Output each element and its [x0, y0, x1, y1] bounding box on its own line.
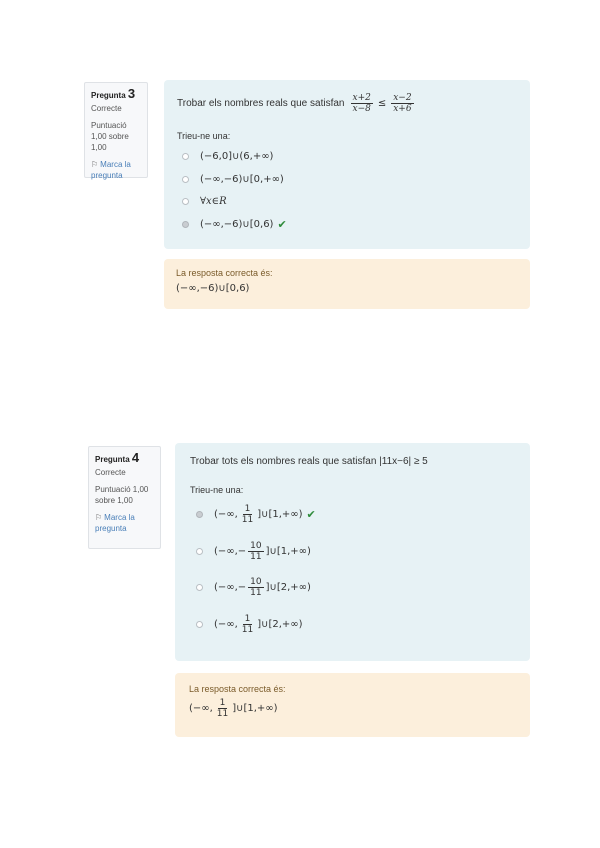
- q4-info-box: Pregunta 4 Correcte Puntuació 1,00 sobre…: [88, 446, 161, 549]
- radio-button[interactable]: [182, 198, 189, 205]
- q4-option-3[interactable]: (−∞,− 10 11 ]∪[2,+∞): [196, 577, 311, 598]
- q3-info-box: Pregunta 3 Correcte Puntuació 1,00 sobre…: [84, 82, 148, 181]
- q4-feedback-frac: 1 11: [216, 698, 229, 719]
- q3-flag-link[interactable]: ⚐ Marca la pregunta: [91, 159, 141, 181]
- radio-button[interactable]: [196, 621, 203, 628]
- q4-feedback-label: La resposta correcta és:: [189, 684, 286, 694]
- radio-button[interactable]: [182, 153, 189, 160]
- q4-feedback-answer: (−∞, 1 11 ]∪[1,+∞): [189, 698, 278, 719]
- q3-frac-left: x+2 x−8: [350, 92, 373, 114]
- q4-option-2-frac: 10 11: [248, 541, 264, 562]
- q3-state: Correcte: [91, 104, 122, 113]
- q3-option-4[interactable]: (−∞,−6)∪[0,6) ✔: [182, 218, 287, 231]
- q4-grade: Puntuació 1,00 sobre 1,00: [95, 485, 149, 505]
- q4-option-4[interactable]: (−∞, 1 11 ]∪[2,+∞): [196, 614, 303, 635]
- q4-flag-link[interactable]: ⚐ Marca la pregunta: [95, 512, 154, 534]
- q4-prompt: Trieu-ne una:: [190, 485, 244, 495]
- flag-icon: ⚐: [95, 513, 103, 522]
- q3-question-text: Trobar els nombres reals que satisfan x+…: [177, 92, 414, 114]
- q4-option-1[interactable]: (−∞, 1 11 ]∪[1,+∞) ✔: [196, 504, 316, 525]
- radio-button-selected[interactable]: [196, 511, 203, 518]
- radio-button[interactable]: [196, 548, 203, 555]
- q3-feedback-answer: (−∞,−6)∪[0,6): [176, 283, 250, 294]
- q4-option-3-frac: 10 11: [248, 577, 264, 598]
- check-icon: ✔: [277, 218, 287, 231]
- q3-option-2[interactable]: (−∞,−6)∪[0,+∞): [182, 174, 284, 185]
- q4-title: Pregunta 4: [95, 450, 140, 465]
- q4-option-2[interactable]: (−∞,− 10 11 ]∪[1,+∞): [196, 541, 311, 562]
- q3-title: Pregunta 3: [91, 86, 136, 101]
- radio-button-selected[interactable]: [182, 221, 189, 228]
- q3-option-3[interactable]: ∀x∈R: [182, 196, 227, 207]
- q4-option-4-frac: 1 11: [241, 614, 254, 635]
- q4-state: Correcte: [95, 468, 126, 477]
- q4-question-text: Trobar tots els nombres reals que satisf…: [190, 455, 428, 467]
- q3-feedback-label: La resposta correcta és:: [176, 268, 273, 278]
- q3-grade: Puntuació 1,00 sobre 1,00: [91, 121, 129, 152]
- q3-frac-right: x−2 x+6: [391, 92, 414, 114]
- check-icon: ✔: [306, 508, 316, 521]
- flag-icon: ⚐: [91, 160, 99, 169]
- q3-option-1[interactable]: (−6,0]∪(6,+∞): [182, 151, 273, 162]
- radio-button[interactable]: [196, 584, 203, 591]
- q3-prompt: Trieu-ne una:: [177, 131, 231, 141]
- radio-button[interactable]: [182, 176, 189, 183]
- q4-option-1-frac: 1 11: [241, 504, 254, 525]
